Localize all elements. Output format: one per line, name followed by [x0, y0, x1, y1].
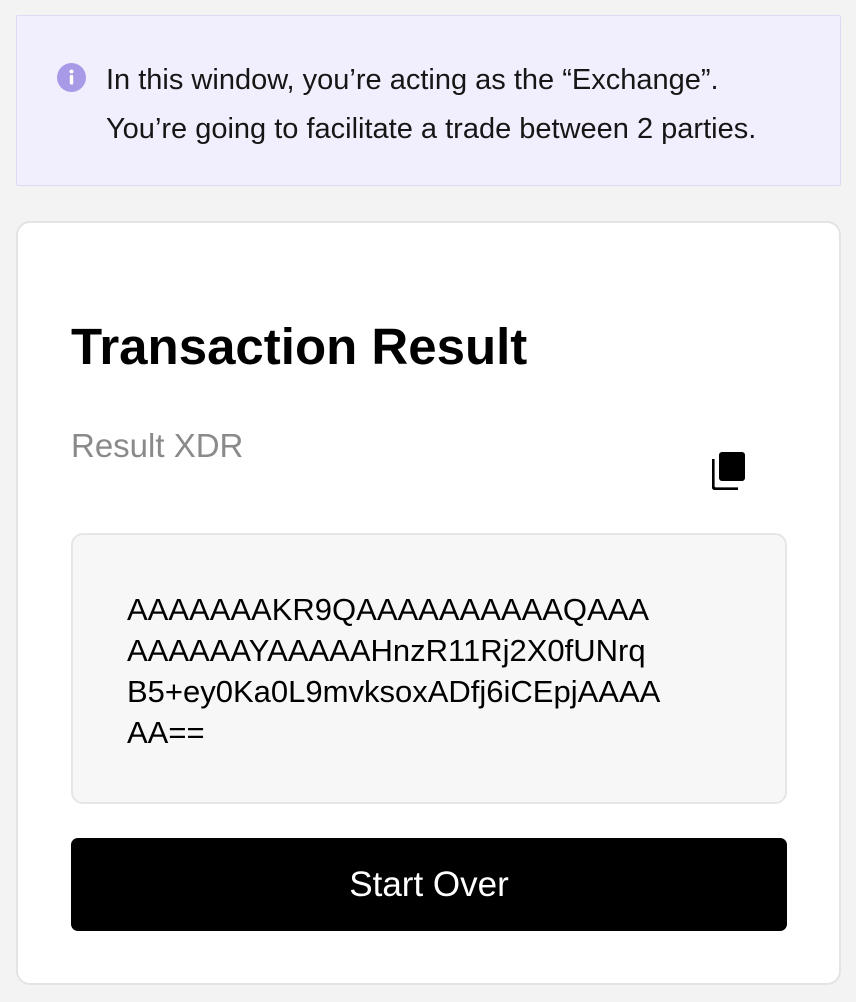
- info-message: In this window, you’re acting as the “Ex…: [106, 56, 756, 154]
- info-banner: In this window, you’re acting as the “Ex…: [16, 15, 841, 186]
- result-xdr-label: Result XDR: [71, 427, 244, 464]
- copy-button[interactable]: [706, 450, 752, 496]
- start-over-button[interactable]: Start Over: [71, 838, 787, 931]
- info-line-2: You’re going to facilitate a trade betwe…: [106, 113, 757, 145]
- result-xdr-box[interactable]: AAAAAAAKR9QAAAAAAAAAAQAAA AAAAAAYAAAAAHn…: [71, 533, 787, 804]
- copy-icon: [711, 451, 746, 495]
- info-line-1: In this window, you’re acting as the “Ex…: [106, 64, 719, 96]
- info-icon: [57, 63, 86, 92]
- result-xdr-value: AAAAAAAKR9QAAAAAAAAAAQAAA AAAAAAYAAAAAHn…: [127, 592, 661, 750]
- card-title: Transaction Result: [71, 318, 528, 375]
- transaction-result-card: Transaction Result Result XDR AAAAAAAKR9…: [16, 221, 841, 985]
